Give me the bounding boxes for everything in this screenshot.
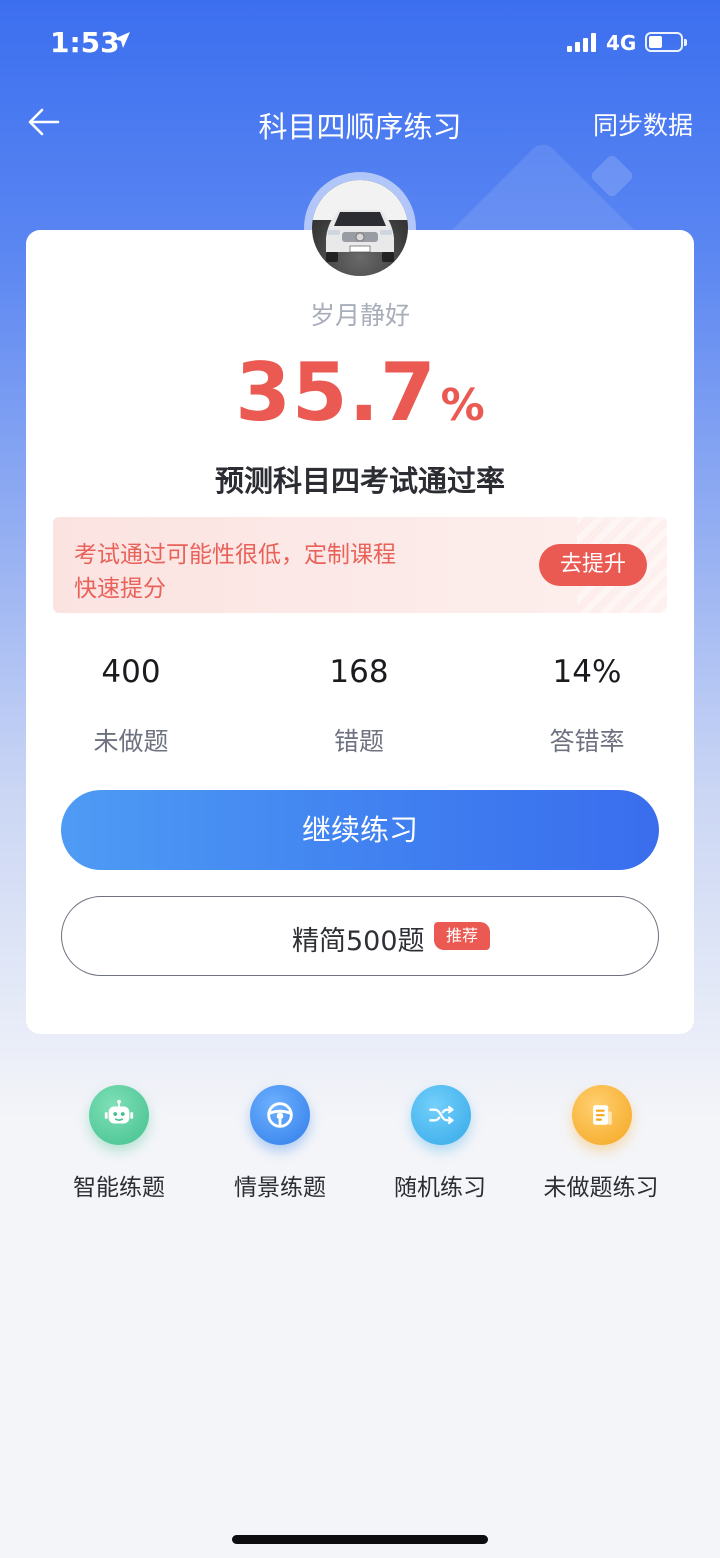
simplified-500-label: 精简500题 [292, 926, 425, 957]
username: 岁月静好 [309, 301, 410, 330]
sync-data-button[interactable]: 同步数据 [593, 106, 693, 142]
car-icon [312, 180, 408, 262]
smart-practice-button[interactable] [89, 1085, 149, 1145]
pass-rate: 35.7% [0, 346, 720, 439]
promo-text-line1: 考试通过可能性很低，定制课程 [74, 542, 396, 568]
smart-practice-label[interactable]: 智能练题 [39, 1168, 199, 1202]
status-time: 1:53 [50, 26, 120, 59]
unanswered-practice-label[interactable]: 未做题练习 [521, 1168, 681, 1202]
improve-button[interactable]: 去提升 [539, 544, 647, 586]
shuffle-icon [429, 1105, 454, 1125]
status-bar: 1:53 4G [0, 0, 720, 88]
home-indicator[interactable] [232, 1535, 488, 1544]
battery-icon [645, 32, 687, 52]
document-icon [593, 1105, 612, 1125]
cellular-signal-icon [567, 32, 596, 52]
robot-icon [104, 1099, 134, 1124]
wrong-count[interactable]: 168 [259, 654, 459, 690]
wrong-label: 错题 [333, 727, 384, 756]
random-practice-label[interactable]: 随机练习 [360, 1168, 520, 1202]
pass-rate-unit: % [440, 380, 485, 431]
scenario-practice-label[interactable]: 情景练题 [200, 1168, 360, 1202]
unanswered-label: 未做题 [93, 727, 169, 756]
unanswered-count[interactable]: 400 [31, 654, 231, 690]
steering-wheel-icon [267, 1102, 293, 1128]
pass-rate-value: 35.7 [235, 346, 437, 439]
continue-practice-button[interactable]: 继续练习 [61, 790, 659, 870]
error-rate-label: 答错率 [549, 727, 625, 756]
avatar[interactable] [312, 180, 408, 276]
scenario-practice-button[interactable] [250, 1085, 310, 1145]
network-type: 4G [606, 31, 637, 55]
random-practice-button[interactable] [411, 1085, 471, 1145]
location-arrow-icon [114, 32, 130, 48]
promo-text-line2: 快速提分 [74, 576, 166, 602]
recommend-badge: 推荐 [434, 922, 490, 950]
unanswered-practice-button[interactable] [572, 1085, 632, 1145]
error-rate-value: 14% [552, 654, 622, 690]
pass-rate-label: 预测科目四考试通过率 [214, 464, 505, 498]
